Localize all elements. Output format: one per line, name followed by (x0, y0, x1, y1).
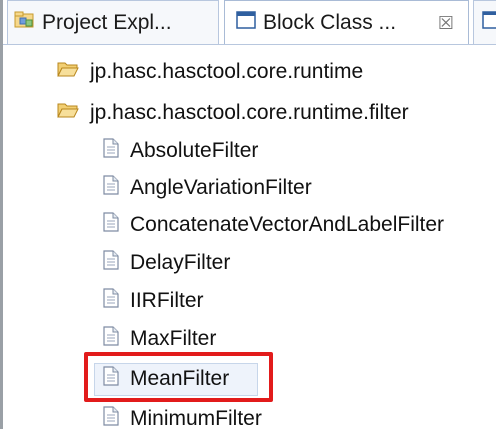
class-label: MinimumFilter (130, 407, 262, 430)
tree-class-item[interactable]: ConcatenateVectorAndLabelFilter (102, 207, 444, 243)
tab-project-explorer[interactable]: Project Expl... (7, 0, 219, 44)
view-tab-bar: Project Expl... Block Class ... ☒ (3, 0, 496, 44)
class-label: IIRFilter (130, 289, 204, 312)
close-icon[interactable]: ☒ (438, 13, 454, 34)
window-icon (482, 9, 496, 37)
tab-label-block-class: Block Class ... (263, 10, 397, 34)
package-label: jp.hasc.hasctool.core.runtime.filter (90, 101, 409, 124)
tree-package-runtime-filter[interactable]: jp.hasc.hasctool.core.runtime.filter (56, 95, 409, 131)
file-icon (102, 287, 120, 315)
panel-left-border (0, 0, 3, 429)
class-label: ConcatenateVectorAndLabelFilter (130, 213, 445, 236)
tab-third[interactable] (473, 0, 496, 44)
highlight-annotation-box (84, 352, 273, 402)
tab-label-project-explorer: Project Expl... (42, 10, 172, 34)
tree-class-item[interactable]: DelayFilter (102, 245, 230, 281)
tab-block-class[interactable]: Block Class ... ☒ (224, 0, 469, 44)
tree-package-runtime[interactable]: jp.hasc.hasctool.core.runtime (56, 54, 363, 90)
file-icon (102, 174, 120, 202)
file-icon (102, 137, 120, 165)
package-label: jp.hasc.hasctool.core.runtime (90, 60, 364, 83)
view-window-icon (235, 9, 257, 37)
file-icon (102, 249, 120, 277)
file-icon (102, 325, 120, 353)
class-label: AngleVariationFilter (130, 176, 312, 199)
class-label: DelayFilter (130, 251, 231, 274)
folder-open-icon (56, 58, 80, 86)
tree-class-item[interactable]: MinimumFilter (102, 401, 262, 437)
folder-open-icon (56, 99, 80, 127)
tree-class-item[interactable]: AbsoluteFilter (102, 133, 258, 169)
tree-class-item[interactable]: IIRFilter (102, 283, 204, 319)
tab-bar-separator (3, 44, 496, 45)
file-icon (102, 211, 120, 239)
class-label: MaxFilter (130, 327, 217, 350)
class-label: AbsoluteFilter (130, 139, 259, 162)
project-explorer-icon (14, 9, 36, 37)
tree-class-item[interactable]: AngleVariationFilter (102, 170, 312, 206)
